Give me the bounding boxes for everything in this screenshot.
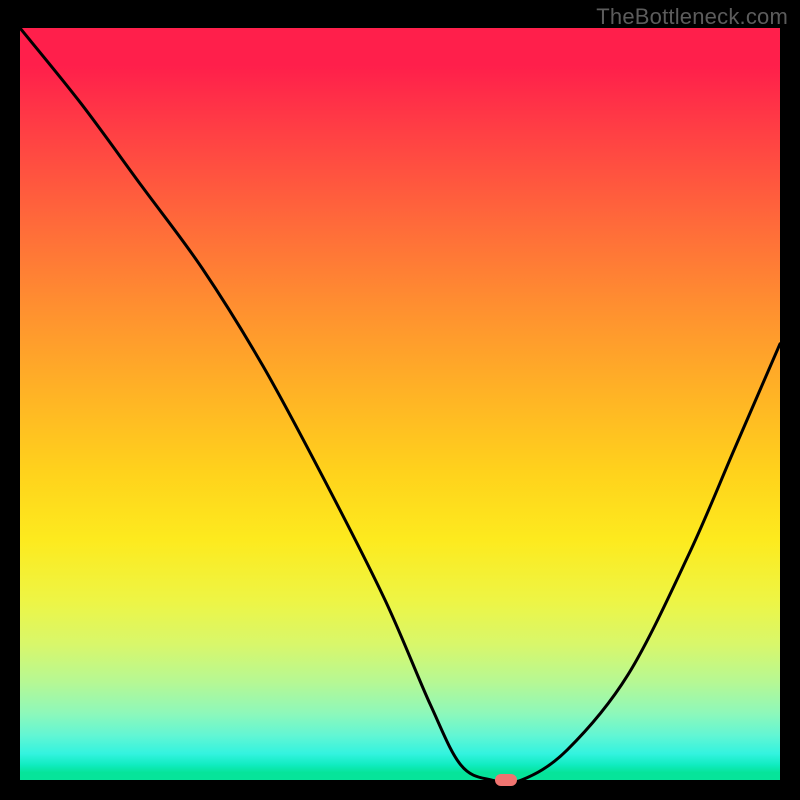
bottleneck-curve	[20, 28, 780, 780]
chart-frame: TheBottleneck.com	[0, 0, 800, 800]
curve-path	[20, 28, 780, 780]
optimal-point-marker	[495, 774, 517, 786]
watermark-text: TheBottleneck.com	[596, 4, 788, 30]
plot-area	[20, 28, 780, 780]
